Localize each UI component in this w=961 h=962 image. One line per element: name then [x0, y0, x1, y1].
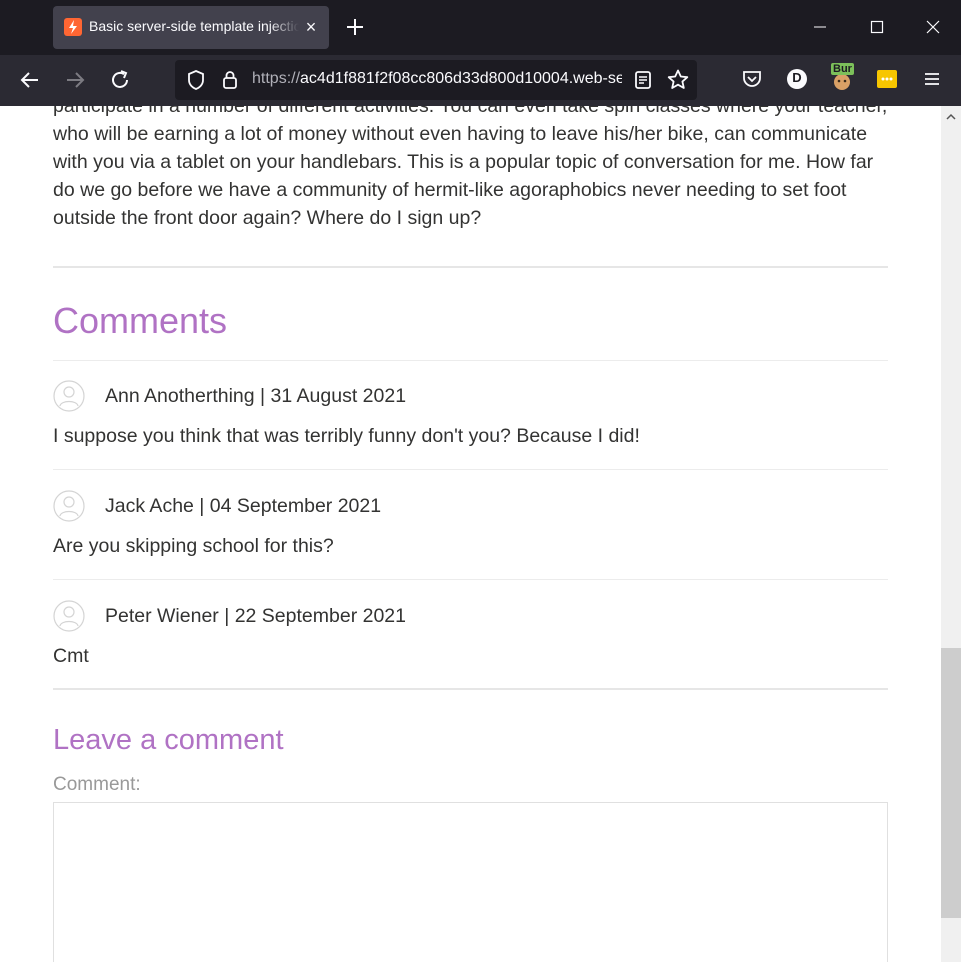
- active-tab[interactable]: Basic server-side template injection ×: [53, 6, 329, 49]
- divider: [53, 266, 888, 268]
- new-tab-icon[interactable]: [342, 14, 368, 40]
- user-avatar-icon: [53, 490, 85, 522]
- comment-text: Cmt: [53, 645, 89, 667]
- pocket-icon[interactable]: [740, 67, 764, 91]
- scrollbar-thumb[interactable]: [941, 648, 961, 918]
- comment-text: I suppose you think that was terribly fu…: [53, 425, 640, 447]
- page-content: participate in a number of different act…: [0, 106, 941, 962]
- comment-item: Ann Anotherthing | 31 August 2021 I supp…: [53, 380, 888, 460]
- comment-item: Jack Ache | 04 September 2021 Are you sk…: [53, 490, 888, 570]
- leave-comment-heading: Leave a comment: [53, 724, 284, 756]
- divider: [53, 360, 888, 361]
- comment-author-date: Peter Wiener | 22 September 2021: [105, 605, 406, 627]
- comments-heading: Comments: [53, 300, 228, 341]
- tracking-protection-shield-icon[interactable]: [183, 67, 209, 93]
- divider: [53, 688, 888, 690]
- divider: [53, 469, 888, 470]
- minimize-icon[interactable]: [808, 14, 832, 40]
- comment-item: Peter Wiener | 22 September 2021 Cmt: [53, 600, 888, 680]
- password-manager-extension-icon[interactable]: [875, 67, 899, 91]
- tab-bar: Basic server-side template injection ×: [0, 0, 961, 55]
- comment-text: Are you skipping school for this?: [53, 535, 334, 557]
- page-scrollbar[interactable]: [941, 106, 961, 962]
- tab-title: Basic server-side template injection: [89, 18, 299, 38]
- user-avatar-icon: [53, 380, 85, 412]
- url-bar[interactable]: https://ac4d1f881f2f08cc806d33d800d10004…: [175, 60, 697, 100]
- back-arrow-icon[interactable]: [17, 67, 43, 93]
- reader-view-icon[interactable]: [630, 67, 656, 93]
- url-host: ac4d1f881f2f08cc806d33d800d10004.web-sec…: [300, 70, 622, 87]
- comment-author-date: Jack Ache | 04 September 2021: [105, 495, 382, 517]
- comment-field-label: Comment:: [53, 774, 141, 795]
- menu-hamburger-icon[interactable]: [920, 67, 944, 91]
- comment-author-date: Ann Anotherthing | 31 August 2021: [105, 385, 407, 407]
- burp-extension-icon[interactable]: Bur: [830, 63, 854, 91]
- forward-arrow-icon[interactable]: [62, 67, 88, 93]
- close-window-icon[interactable]: [921, 14, 945, 40]
- reload-icon[interactable]: [107, 67, 133, 93]
- tab-close-icon[interactable]: ×: [301, 16, 321, 38]
- lock-icon[interactable]: [217, 67, 243, 93]
- divider: [53, 579, 888, 580]
- maximize-icon[interactable]: [865, 14, 889, 40]
- user-avatar-icon: [53, 600, 85, 632]
- comment-textarea[interactable]: [53, 802, 888, 962]
- url-text: https://ac4d1f881f2f08cc806d33d800d10004…: [252, 70, 622, 90]
- navigation-toolbar: https://ac4d1f881f2f08cc806d33d800d10004…: [0, 55, 961, 106]
- url-scheme: https://: [252, 70, 301, 87]
- profile-letter: D: [792, 70, 802, 85]
- profile-avatar-icon[interactable]: D: [785, 67, 809, 91]
- bookmark-star-icon[interactable]: [665, 67, 691, 93]
- portswigger-favicon-icon: [64, 18, 82, 36]
- scroll-up-arrow-icon[interactable]: [945, 110, 957, 122]
- blog-post-body: participate in a number of different act…: [53, 106, 888, 229]
- burp-badge: Bur: [831, 63, 854, 75]
